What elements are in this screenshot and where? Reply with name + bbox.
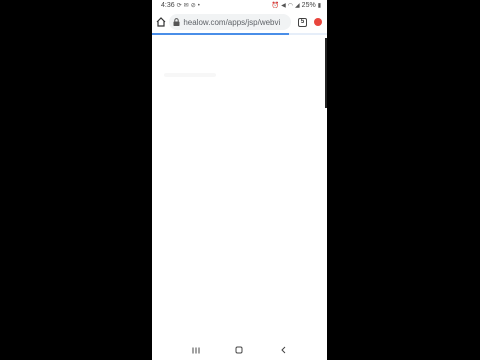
- home-square-icon: [235, 346, 243, 354]
- menu-button[interactable]: [313, 15, 323, 29]
- dot-icon: •: [197, 2, 200, 9]
- web-content[interactable]: [152, 35, 327, 340]
- address-bar[interactable]: healow.com/apps/jsp/webvi: [169, 14, 292, 30]
- tab-count: 5: [297, 17, 307, 27]
- lock-icon: [173, 18, 180, 26]
- update-badge-icon: [313, 18, 322, 26]
- home-button[interactable]: [156, 15, 166, 29]
- sync-icon: ⟳: [176, 2, 182, 9]
- status-left: 4:36 ⟳ ✉ ⊘ •: [161, 2, 200, 9]
- scroll-indicator[interactable]: [325, 38, 327, 108]
- home-icon: [156, 17, 166, 27]
- tab-switcher-button[interactable]: 5: [297, 15, 307, 29]
- back-button[interactable]: [275, 343, 291, 357]
- battery-icon: ▮: [317, 2, 321, 9]
- wifi-icon: ◠: [287, 2, 294, 9]
- status-right: ⏰ ◀ ◠ ◢ 25% ▮: [272, 2, 321, 9]
- back-icon: [280, 346, 285, 354]
- battery-level: 25%: [301, 2, 316, 9]
- browser-toolbar: healow.com/apps/jsp/webvi 5: [152, 11, 327, 33]
- phone-screen: 4:36 ⟳ ✉ ⊘ • ⏰ ◀ ◠ ◢ 25% ▮ healow.com/ap…: [152, 0, 327, 360]
- notification-icon: ⊘: [190, 2, 196, 9]
- nav-home-button[interactable]: [231, 343, 247, 357]
- recents-icon: [192, 347, 200, 353]
- signal-icon: ◢: [295, 2, 300, 9]
- alarm-icon: ⏰: [271, 2, 280, 9]
- mute-icon: ◀: [281, 2, 286, 9]
- message-icon: ✉: [183, 2, 189, 9]
- recents-button[interactable]: [188, 343, 204, 357]
- url-text: healow.com/apps/jsp/webvi: [183, 17, 281, 27]
- status-time: 4:36: [161, 2, 175, 9]
- status-bar: 4:36 ⟳ ✉ ⊘ • ⏰ ◀ ◠ ◢ 25% ▮: [152, 0, 327, 11]
- system-nav-bar: [152, 340, 327, 360]
- loading-placeholder: [164, 73, 216, 77]
